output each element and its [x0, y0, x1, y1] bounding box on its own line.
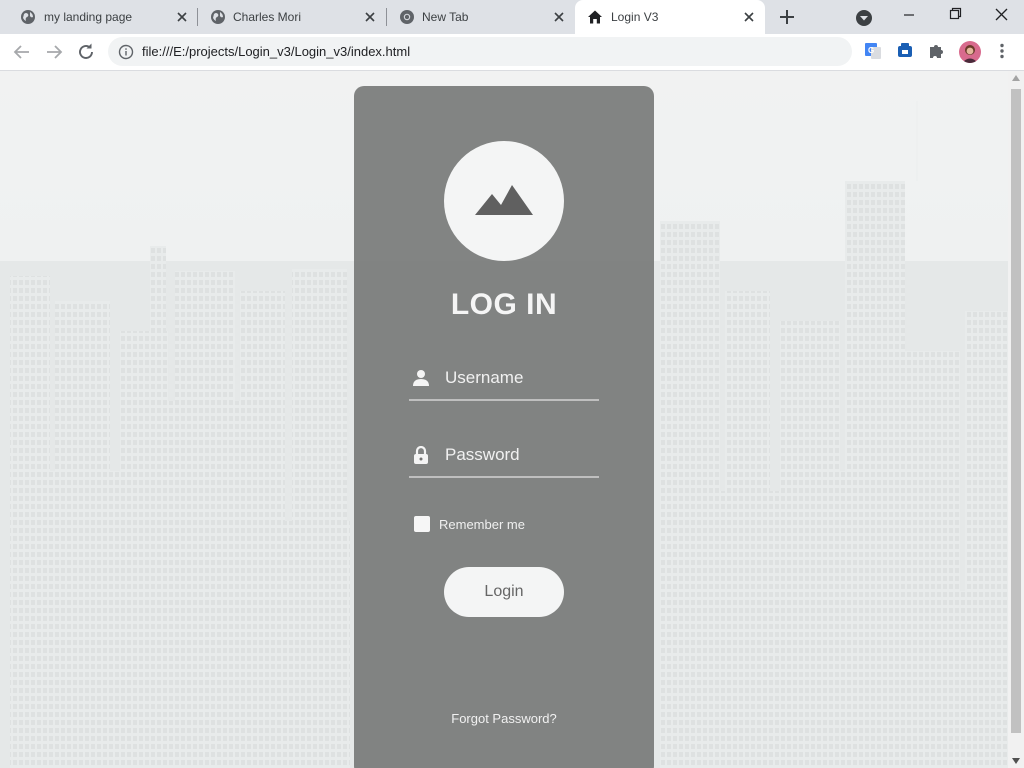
- tab-charles-mori[interactable]: Charles Mori: [198, 0, 386, 34]
- scroll-up-icon[interactable]: [1012, 75, 1020, 81]
- kebab-menu-icon[interactable]: [992, 41, 1012, 61]
- back-button[interactable]: [10, 40, 34, 64]
- address-url[interactable]: file:///E:/projects/Login_v3/Login_v3/in…: [142, 44, 410, 59]
- browser-toolbar: file:///E:/projects/Login_v3/Login_v3/in…: [0, 34, 1024, 71]
- profile-icon: [959, 41, 981, 63]
- tab-login-v3[interactable]: Login V3: [575, 0, 765, 34]
- tab-my-landing-page[interactable]: my landing page: [8, 0, 198, 34]
- remember-label[interactable]: Remember me: [439, 517, 525, 532]
- forward-button[interactable]: [42, 40, 66, 64]
- logo: [444, 141, 564, 261]
- tab-title: New Tab: [422, 10, 469, 24]
- info-icon[interactable]: [118, 44, 134, 60]
- close-window-button[interactable]: [978, 0, 1024, 30]
- globe-icon: [211, 10, 225, 24]
- tab-title: Charles Mori: [233, 10, 302, 24]
- login-card: LOG IN Remember me Login Forgot Password…: [354, 86, 654, 768]
- new-tab-button[interactable]: [775, 5, 799, 29]
- mountain-icon: [475, 185, 533, 215]
- globe-icon: [21, 10, 35, 24]
- close-icon[interactable]: [362, 9, 378, 25]
- close-icon[interactable]: [741, 9, 757, 25]
- remember-checkbox[interactable]: [414, 516, 430, 532]
- extension-icon[interactable]: [895, 41, 915, 61]
- chrome-icon: [400, 10, 414, 24]
- avatar[interactable]: [959, 41, 981, 63]
- username-input[interactable]: [445, 363, 595, 393]
- scrollbar[interactable]: [1008, 71, 1024, 768]
- minimize-button[interactable]: [886, 0, 932, 30]
- close-icon[interactable]: [174, 9, 190, 25]
- puzzle-icon[interactable]: [927, 41, 947, 61]
- password-field[interactable]: [409, 438, 599, 478]
- tab-strip: my landing page Charles Mori New Tab Log…: [0, 0, 1024, 34]
- username-field[interactable]: [409, 361, 599, 401]
- scroll-thumb[interactable]: [1011, 89, 1021, 733]
- tab-new-tab[interactable]: New Tab: [387, 0, 575, 34]
- page-viewport: LOG IN Remember me Login Forgot Password…: [0, 71, 1008, 768]
- address-bar[interactable]: file:///E:/projects/Login_v3/Login_v3/in…: [108, 37, 852, 66]
- lock-icon: [414, 446, 428, 464]
- home-icon: [588, 10, 602, 24]
- svg-text:G: G: [868, 46, 874, 55]
- google-translate-icon[interactable]: G: [863, 41, 883, 61]
- close-icon[interactable]: [551, 9, 567, 25]
- login-button[interactable]: Login: [444, 567, 564, 617]
- page-title: LOG IN: [450, 288, 558, 321]
- restore-button[interactable]: [932, 0, 978, 30]
- password-input[interactable]: [445, 440, 595, 470]
- tab-search-button[interactable]: [853, 7, 875, 29]
- tab-title: my landing page: [44, 10, 133, 24]
- user-icon: [413, 370, 429, 386]
- scroll-down-icon[interactable]: [1012, 758, 1020, 764]
- forgot-password-link[interactable]: Forgot Password?: [354, 711, 654, 726]
- reload-button[interactable]: [74, 40, 98, 64]
- tab-title: Login V3: [611, 10, 659, 24]
